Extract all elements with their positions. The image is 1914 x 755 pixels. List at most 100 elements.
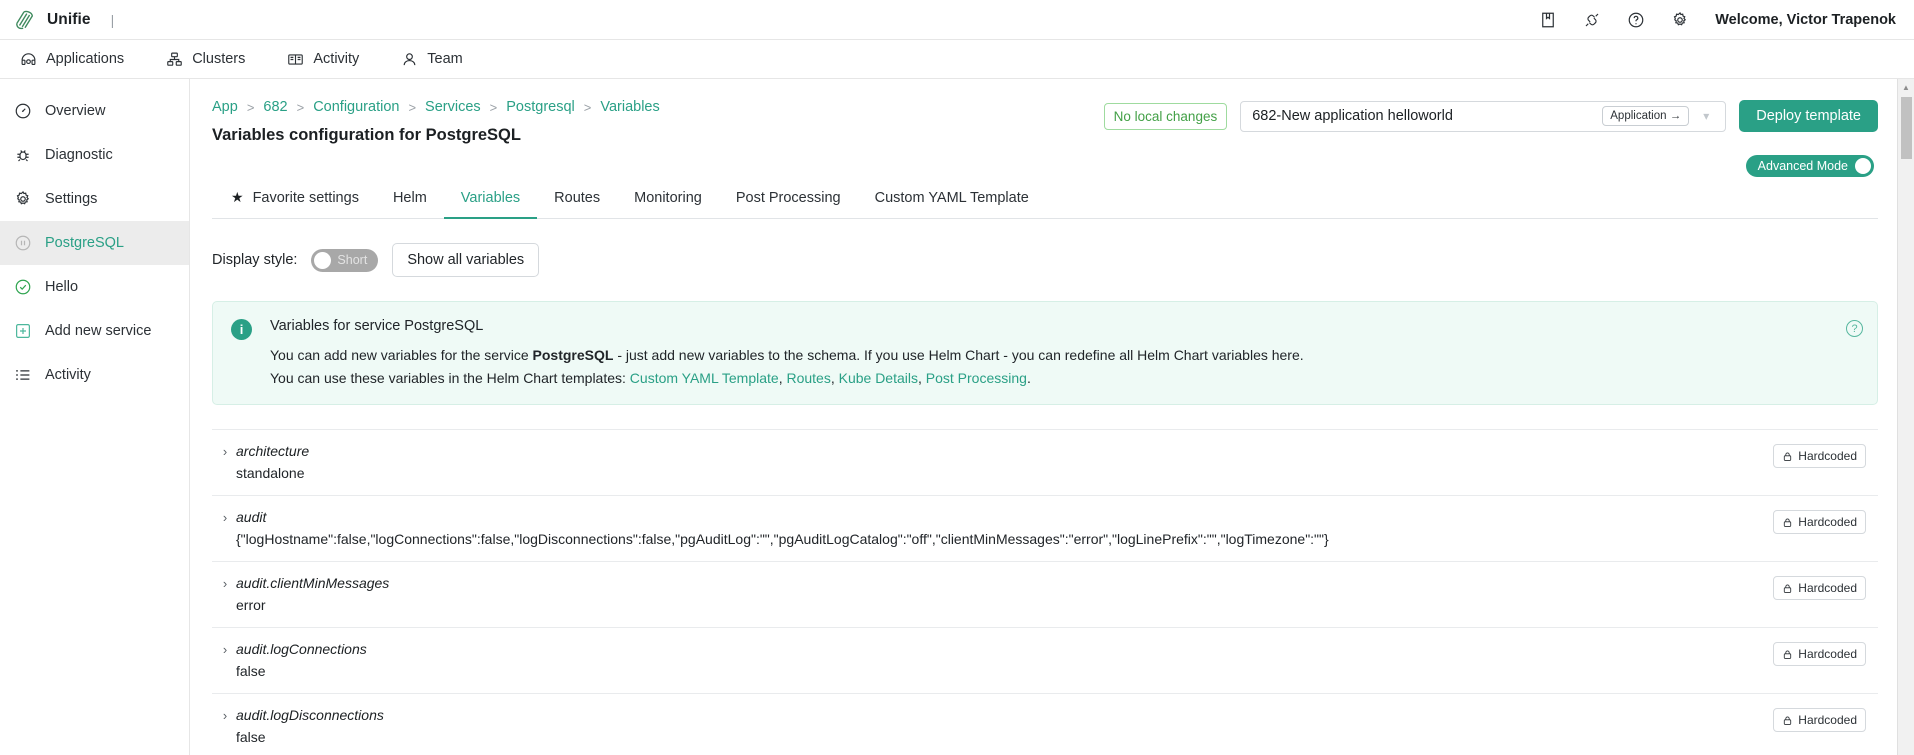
status-badge[interactable]: Hardcoded — [1773, 576, 1866, 600]
sidebar-item-postgresql[interactable]: PostgreSQL — [0, 221, 189, 265]
chevron-right-icon[interactable]: › — [214, 443, 236, 459]
info-link-routes[interactable]: Routes — [786, 370, 830, 386]
advanced-mode-toggle[interactable]: Advanced Mode — [1745, 155, 1874, 177]
info-line2-suffix: . — [1026, 370, 1031, 386]
variable-value: error — [236, 597, 266, 613]
variable-key: architecture — [236, 443, 310, 459]
breadcrumb: App > 682 > Configuration > Services > P… — [212, 99, 1104, 115]
variable-key: audit.logConnections — [236, 641, 367, 657]
sidebar-item-label: Diagnostic — [45, 147, 113, 163]
chevron-right-icon[interactable]: › — [214, 575, 236, 591]
table-row[interactable]: › audit.clientMinMessages error Hardcode… — [212, 562, 1878, 628]
sidebar-item-activity[interactable]: Activity — [0, 353, 189, 397]
breadcrumb-separator: > — [408, 99, 417, 115]
show-all-variables-button[interactable]: Show all variables — [392, 243, 540, 277]
nav-item-clusters[interactable]: Clusters — [162, 48, 249, 71]
chevron-down-icon[interactable]: ▾ — [1689, 109, 1723, 123]
status-badge-label: Hardcoded — [1798, 647, 1857, 661]
nav-item-label: Applications — [46, 51, 125, 67]
table-row[interactable]: › architecture standalone Hardcoded — [212, 430, 1878, 496]
brand[interactable]: Unifie | — [14, 9, 114, 31]
status-badge[interactable]: Hardcoded — [1773, 642, 1866, 666]
advanced-mode-wrap: Advanced Mode — [212, 155, 1874, 177]
page-header: App > 682 > Configuration > Services > P… — [212, 99, 1878, 145]
breadcrumb-item-configuration[interactable]: Configuration — [313, 99, 399, 115]
application-select-value: 682-New application helloworld — [1252, 108, 1453, 124]
lock-icon — [1784, 650, 1792, 659]
tab-label: Post Processing — [735, 190, 841, 206]
main-content: App > 682 > Configuration > Services > P… — [190, 79, 1914, 755]
gauge-icon — [15, 103, 31, 119]
breadcrumb-item-app[interactable]: App — [212, 99, 238, 115]
top-bar: Unifie | Welcome, Victor Trapenok — [0, 0, 1914, 40]
brand-name: Unifie — [47, 10, 91, 28]
table-row[interactable]: › audit {"logHostname":false,"logConnect… — [212, 496, 1878, 562]
chevron-right-icon[interactable]: › — [214, 707, 236, 723]
tab-helm[interactable]: Helm — [376, 181, 444, 219]
advanced-mode-label: Advanced Mode — [1757, 159, 1848, 173]
sidebar-item-label: Settings — [45, 191, 98, 207]
display-style-row: Display style: Short Show all variables — [212, 243, 1878, 277]
applications-icon — [21, 52, 36, 65]
info-line2-prefix: You can use these variables in the Helm … — [270, 370, 630, 386]
info-link-custom-yaml-template[interactable]: Custom YAML Template — [630, 370, 779, 386]
variable-content: audit {"logHostname":false,"logConnectio… — [236, 509, 1773, 547]
info-icon: i — [231, 319, 252, 340]
tab-routes[interactable]: Routes — [537, 181, 617, 219]
sidebar-item-settings[interactable]: Settings — [0, 177, 189, 221]
info-link-post-processing[interactable]: Post Processing — [926, 370, 1027, 386]
nav-item-applications[interactable]: Applications — [16, 48, 128, 71]
breadcrumb-item-variables[interactable]: Variables — [600, 99, 659, 115]
gear-icon — [16, 190, 30, 205]
nav-item-activity[interactable]: Activity — [283, 48, 363, 71]
tab-custom-yaml-template[interactable]: Custom YAML Template — [858, 181, 1046, 219]
variable-content: audit.clientMinMessages error — [236, 575, 1773, 613]
info-link-kube-details[interactable]: Kube Details — [839, 370, 918, 386]
sidebar-item-diagnostic[interactable]: Diagnostic — [0, 133, 189, 177]
info-banner-body: Variables for service PostgreSQL You can… — [270, 318, 1859, 386]
app-shell: Overview Diagnostic Settings PostgreSQL — [0, 79, 1914, 755]
plug-icon[interactable] — [1583, 11, 1601, 29]
info-banner-line-2: You can use these variables in the Helm … — [270, 370, 1031, 386]
variable-value: false — [236, 663, 266, 679]
breadcrumb-separator: > — [583, 99, 592, 115]
book-icon[interactable] — [1539, 11, 1557, 29]
table-row[interactable]: › audit.logConnections false Hardcoded — [212, 628, 1878, 694]
page-header-actions: No local changes 682-New application hel… — [1103, 99, 1878, 132]
variables-list: › architecture standalone Hardcoded › au… — [212, 429, 1878, 755]
deploy-template-button[interactable]: Deploy template — [1739, 100, 1878, 132]
chevron-right-icon[interactable]: › — [214, 641, 236, 657]
tab-bar: ★ Favorite settings Helm Variables Route… — [212, 180, 1878, 219]
status-badge[interactable]: Hardcoded — [1773, 510, 1866, 534]
table-row[interactable]: › audit.logDisconnections false Hardcode… — [212, 694, 1878, 755]
sidebar-item-hello[interactable]: Hello — [0, 265, 189, 309]
nav-item-team[interactable]: Team — [397, 48, 466, 71]
tab-favorite-settings[interactable]: ★ Favorite settings — [214, 180, 376, 219]
tab-monitoring[interactable]: Monitoring — [617, 181, 719, 219]
info-line1-prefix: You can add new variables for the servic… — [270, 347, 533, 363]
display-style-toggle[interactable]: Short — [311, 248, 379, 272]
plus-square-icon — [16, 324, 30, 338]
help-circle-icon[interactable]: ? — [1846, 320, 1863, 337]
info-line1-suffix: - just add new variables to the schema. … — [613, 347, 1304, 363]
scrollbar-thumb[interactable] — [1900, 97, 1912, 159]
breadcrumb-item-services[interactable]: Services — [425, 99, 481, 115]
tab-variables[interactable]: Variables — [443, 181, 538, 219]
scroll-up-arrow-icon[interactable]: ▲ — [1898, 79, 1914, 96]
gear-icon[interactable] — [1671, 11, 1689, 29]
help-circle-icon[interactable] — [1627, 11, 1645, 29]
sidebar-item-overview[interactable]: Overview — [0, 89, 189, 133]
status-badge[interactable]: Hardcoded — [1773, 708, 1866, 732]
info-line1-bold: PostgreSQL — [532, 347, 614, 363]
breadcrumb-item-postgresql[interactable]: Postgresql — [506, 99, 575, 115]
application-type-chip[interactable]: Application → — [1602, 106, 1690, 126]
breadcrumb-item-682[interactable]: 682 — [263, 99, 287, 115]
sidebar-item-add-new-service[interactable]: Add new service — [0, 309, 189, 353]
tab-post-processing[interactable]: Post Processing — [719, 181, 858, 219]
status-badge[interactable]: Hardcoded — [1773, 444, 1866, 468]
activity-book-icon — [288, 53, 304, 65]
chevron-right-icon[interactable]: › — [214, 509, 236, 525]
page-title: Variables configuration for PostgreSQL — [212, 126, 521, 144]
application-select[interactable]: 682-New application helloworld Applicati… — [1240, 100, 1727, 132]
vertical-scrollbar[interactable]: ▲ — [1897, 79, 1914, 755]
